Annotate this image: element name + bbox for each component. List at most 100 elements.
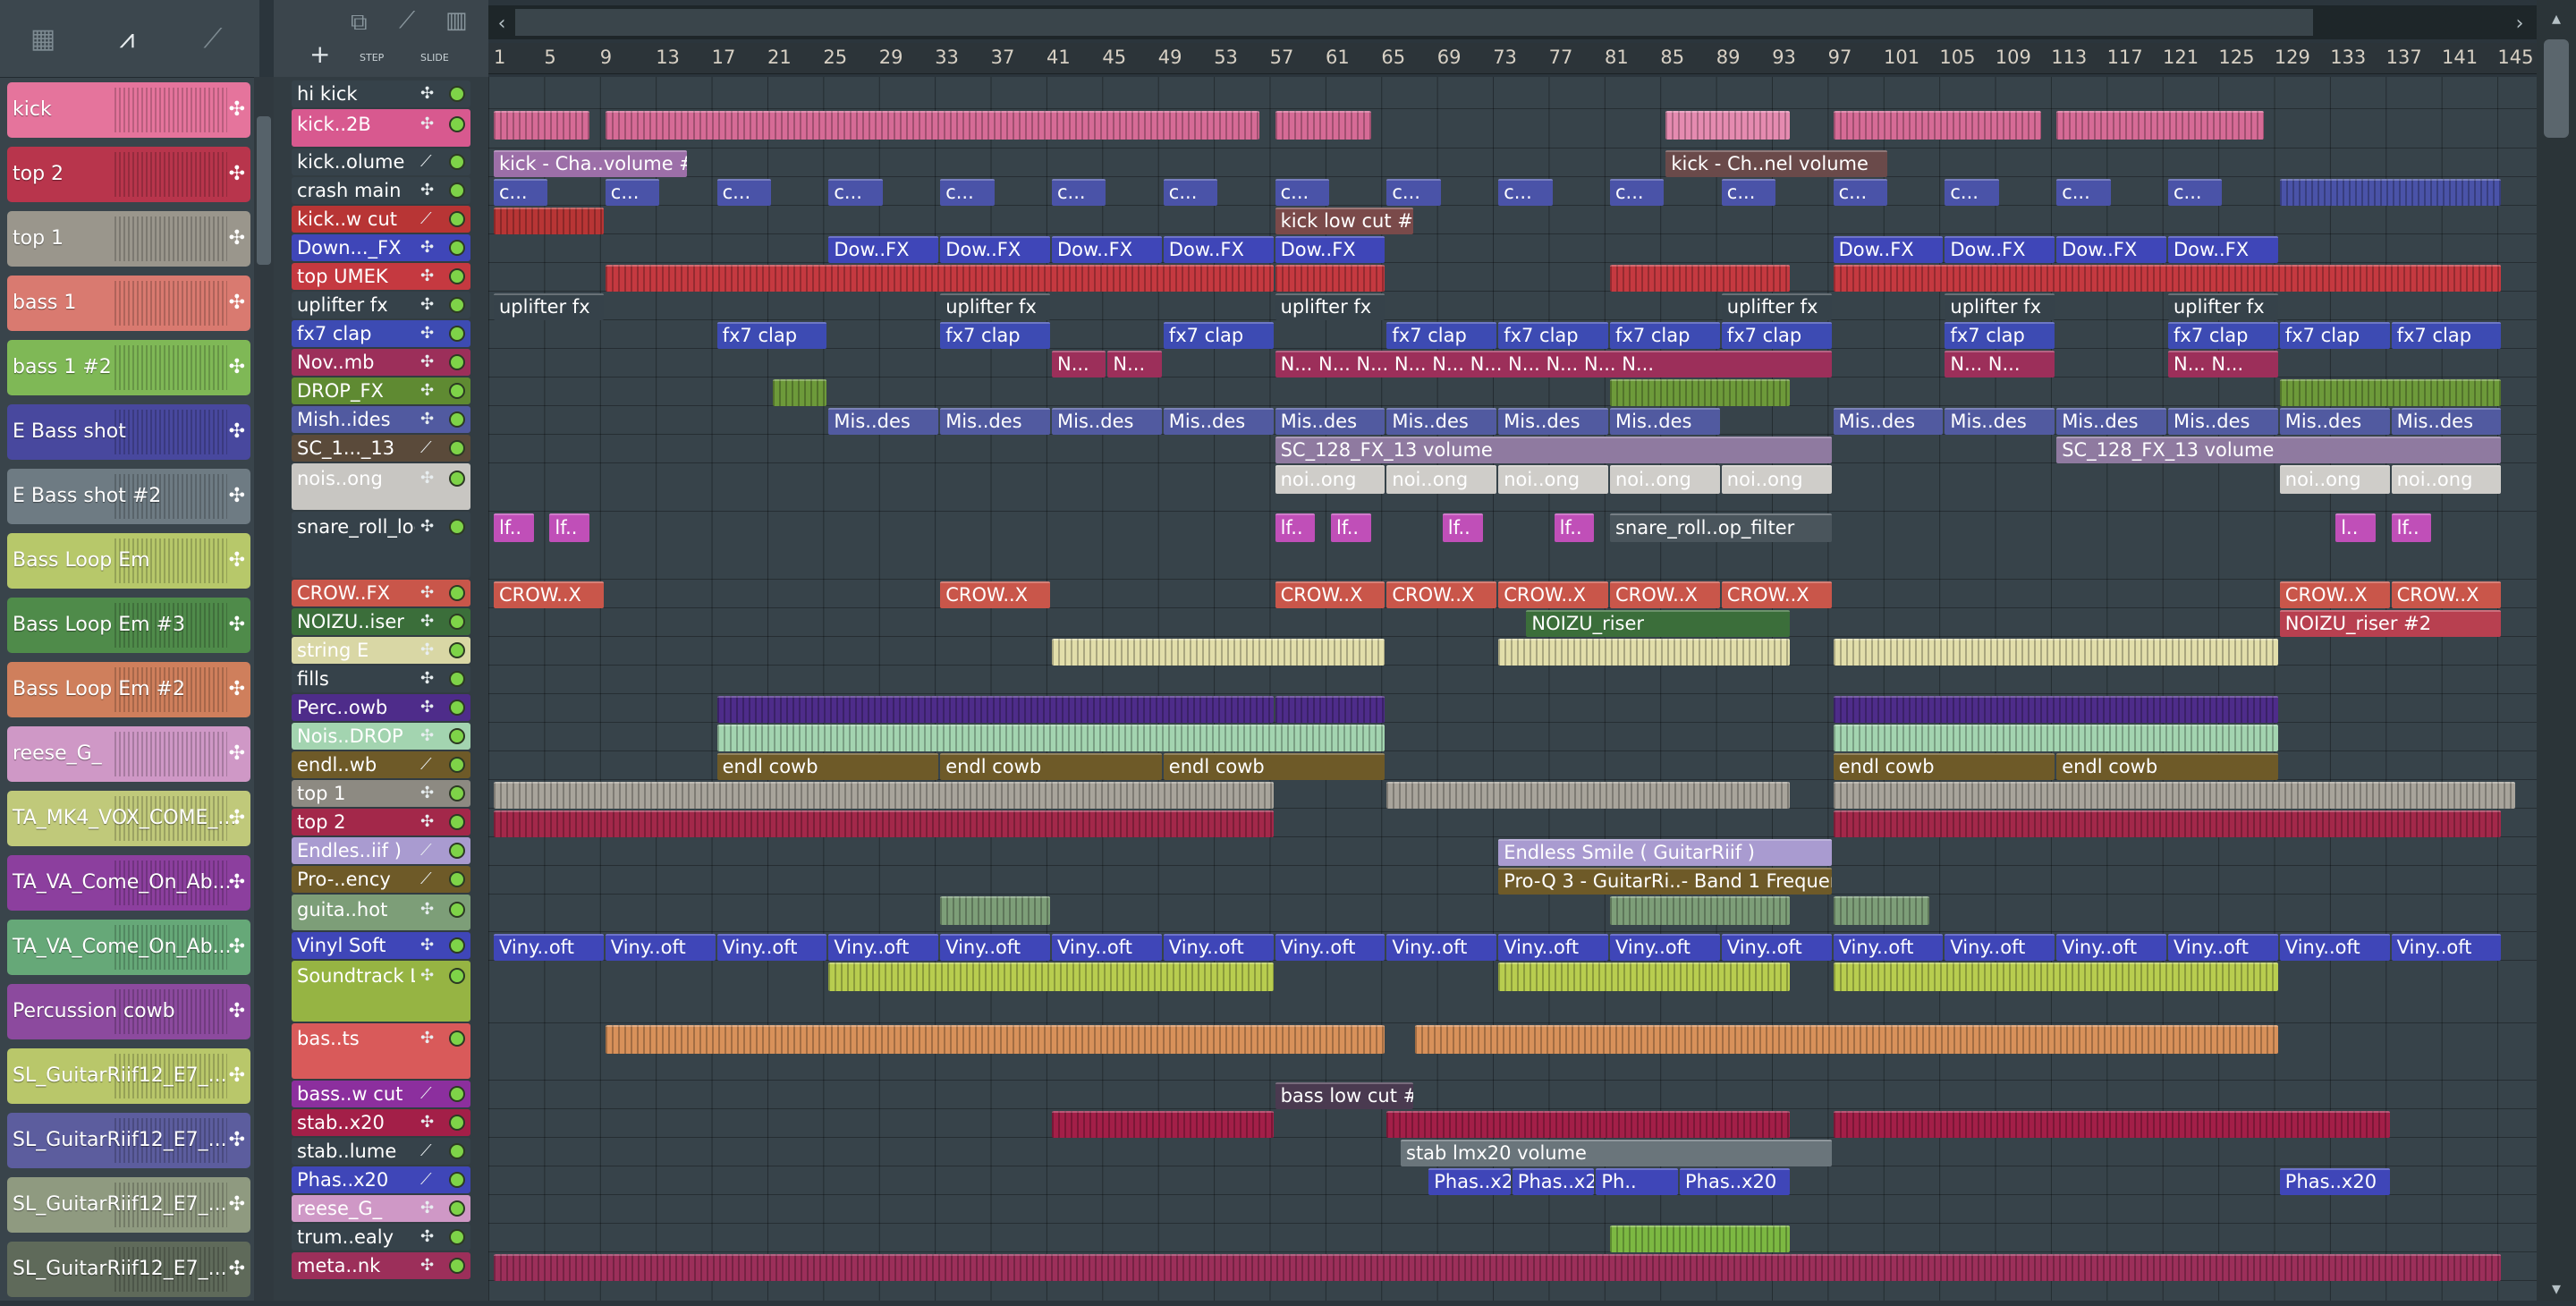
pattern-clip[interactable] — [1498, 639, 1790, 666]
pattern-clip[interactable]: CROW..X — [1721, 581, 1832, 608]
track-header[interactable]: SC_1..._13 ⟋ — [292, 435, 470, 462]
pattern-clip[interactable]: endl cowb — [1833, 753, 2055, 780]
pattern-clip[interactable]: Phas..x20 — [2279, 1168, 2390, 1195]
track-mute-led[interactable] — [449, 268, 465, 284]
pattern-clip[interactable]: Mis..des — [940, 408, 1050, 435]
pattern-clip[interactable]: fx7 clap — [2168, 322, 2278, 349]
pattern-clip[interactable]: Viny..oft — [1386, 934, 1497, 961]
pattern-clip[interactable] — [1610, 379, 1790, 406]
pattern-clip[interactable]: Dow..FX — [1945, 236, 2055, 263]
pattern-clip[interactable]: Mis..des — [1052, 408, 1162, 435]
pattern-clip[interactable]: Endless Smile ( GuitarRiif ) — [1498, 839, 1832, 866]
pattern-clip[interactable]: c... — [2056, 179, 2111, 206]
wave-icon[interactable]: ✣ — [420, 1195, 434, 1222]
pattern-clip[interactable] — [1833, 963, 2278, 991]
pattern-clip[interactable]: Viny..oft — [1052, 934, 1162, 961]
pattern-clip[interactable]: c... — [1386, 179, 1441, 206]
track-mute-led[interactable] — [449, 614, 465, 630]
pattern-clip[interactable] — [494, 810, 1274, 837]
pattern-clip[interactable] — [1414, 1025, 2278, 1054]
wave-icon[interactable]: ✣ — [420, 932, 434, 959]
sample-item[interactable]: top 2 ✣ — [7, 147, 250, 202]
pattern-clip[interactable]: c... — [1610, 179, 1665, 206]
track-header[interactable]: uplifter fx ✣ — [292, 292, 470, 318]
track-mute-led[interactable] — [449, 1258, 465, 1274]
pattern-clip[interactable] — [773, 379, 827, 406]
track-header[interactable]: Soundtrack Loop..✣ — [292, 961, 470, 1022]
track-mute-led[interactable] — [449, 871, 465, 887]
pattern-clip[interactable]: c... — [1163, 179, 1218, 206]
pattern-clip[interactable]: uplifter fx — [1945, 293, 2055, 320]
pattern-clip[interactable]: Mis..des — [2056, 408, 2166, 435]
pattern-clip[interactable]: Viny..oft — [1498, 934, 1608, 961]
pattern-clip[interactable] — [1833, 265, 2502, 292]
wave-icon[interactable]: ✣ — [420, 1109, 434, 1136]
wave-icon[interactable]: ✣ — [420, 234, 434, 261]
pattern-clip[interactable]: fx7 clap — [1610, 322, 1720, 349]
pattern-clip[interactable]: noi..ong — [2391, 465, 2502, 494]
wave-icon[interactable]: ✣ — [420, 81, 434, 107]
pattern-clip[interactable]: Viny..oft — [494, 934, 604, 961]
pattern-clip[interactable]: Mis..des — [1945, 408, 2055, 435]
sample-item[interactable]: TA_VA_Come_On_Ab... ✣ — [7, 920, 250, 975]
sample-drag-icon[interactable]: ✣ — [229, 227, 245, 250]
pattern-clip[interactable]: Viny..oft — [1833, 934, 1944, 961]
pattern-clip[interactable] — [1610, 1225, 1790, 1252]
pattern-clip[interactable]: SC_128_FX_13 volume — [1275, 437, 1832, 463]
track-header[interactable]: kick..w cut ⟋ — [292, 206, 470, 233]
pattern-clip[interactable]: Mis..des — [2391, 408, 2502, 435]
sample-item[interactable]: Percussion cowb ✣ — [7, 984, 250, 1039]
pattern-clip[interactable]: Viny..oft — [1163, 934, 1274, 961]
sample-drag-icon[interactable]: ✣ — [229, 1193, 245, 1216]
pattern-clip[interactable]: Viny..oft — [1610, 934, 1720, 961]
track-mute-led[interactable] — [449, 116, 465, 132]
pattern-clip[interactable]: uplifter fx — [494, 293, 604, 320]
sample-drag-icon[interactable]: ✣ — [229, 678, 245, 700]
pattern-clip[interactable] — [1833, 782, 2515, 809]
automation-icon[interactable]: ⟋ — [420, 1081, 432, 1107]
song-overview[interactable] — [515, 9, 2313, 36]
pattern-clip[interactable]: Dow..FX — [1052, 236, 1162, 263]
wave-icon[interactable]: ✣ — [420, 512, 434, 542]
pattern-clip[interactable]: Viny..oft — [2391, 934, 2502, 961]
track-header[interactable]: reese_G_ ✣ — [292, 1195, 470, 1222]
pattern-clip[interactable]: fx7 clap — [2279, 322, 2390, 349]
sample-item[interactable]: SL_GuitarRiif12_E7_... ✣ — [7, 1113, 250, 1168]
pattern-clip[interactable] — [494, 111, 590, 140]
pattern-clip[interactable]: endl cowb — [716, 753, 939, 780]
pattern-clip[interactable] — [1833, 111, 2041, 140]
wave-icon[interactable]: ✣ — [420, 1252, 434, 1279]
wave-icon[interactable]: ✣ — [420, 406, 434, 433]
pattern-clip[interactable] — [1833, 896, 1929, 925]
pattern-clip[interactable]: noi..ong — [1498, 465, 1608, 494]
track-header[interactable]: bas..ts ✣ — [292, 1023, 470, 1079]
pattern-clip[interactable] — [1833, 1111, 2390, 1138]
scroll-down-icon[interactable]: ▾ — [2544, 1277, 2569, 1299]
sample-drag-icon[interactable]: ✣ — [229, 98, 245, 121]
pattern-clip[interactable]: CROW..X — [2279, 581, 2390, 608]
pattern-clip[interactable] — [2056, 111, 2265, 140]
track-mute-led[interactable] — [449, 411, 465, 428]
track-mute-led[interactable] — [449, 383, 465, 399]
pattern-clip[interactable]: Ph.. — [1596, 1168, 1678, 1195]
sample-item[interactable]: top 1 ✣ — [7, 211, 250, 267]
pattern-clip[interactable]: Mis..des — [2168, 408, 2278, 435]
wave-icon[interactable]: ✣ — [420, 377, 434, 404]
pattern-clip[interactable] — [1052, 1111, 1274, 1138]
pattern-clip[interactable]: bass low cut #2 — [1275, 1082, 1413, 1109]
pattern-clip[interactable] — [1498, 963, 1790, 991]
pattern-clip[interactable]: lf.. — [1554, 513, 1595, 542]
pattern-clip[interactable]: fx7 clap — [1721, 322, 1832, 349]
track-header[interactable]: fills ✣ — [292, 666, 470, 692]
track-header[interactable]: Endles..iif ) ⟋ — [292, 837, 470, 864]
wave-icon[interactable]: ✣ — [420, 666, 434, 692]
waveform-mode-icon[interactable]: ⩘ — [104, 23, 150, 55]
wave-icon[interactable]: ✣ — [420, 109, 434, 140]
track-mute-led[interactable] — [449, 182, 465, 199]
sample-item[interactable]: Bass Loop Em #2 ✣ — [7, 662, 250, 717]
scroll-left-icon[interactable]: ‹ — [488, 11, 515, 38]
track-mute-led[interactable] — [449, 671, 465, 687]
wave-icon[interactable]: ✣ — [420, 292, 434, 318]
sample-item[interactable]: E Bass shot ✣ — [7, 404, 250, 460]
sample-item[interactable]: Bass Loop Em #3 ✣ — [7, 598, 250, 653]
